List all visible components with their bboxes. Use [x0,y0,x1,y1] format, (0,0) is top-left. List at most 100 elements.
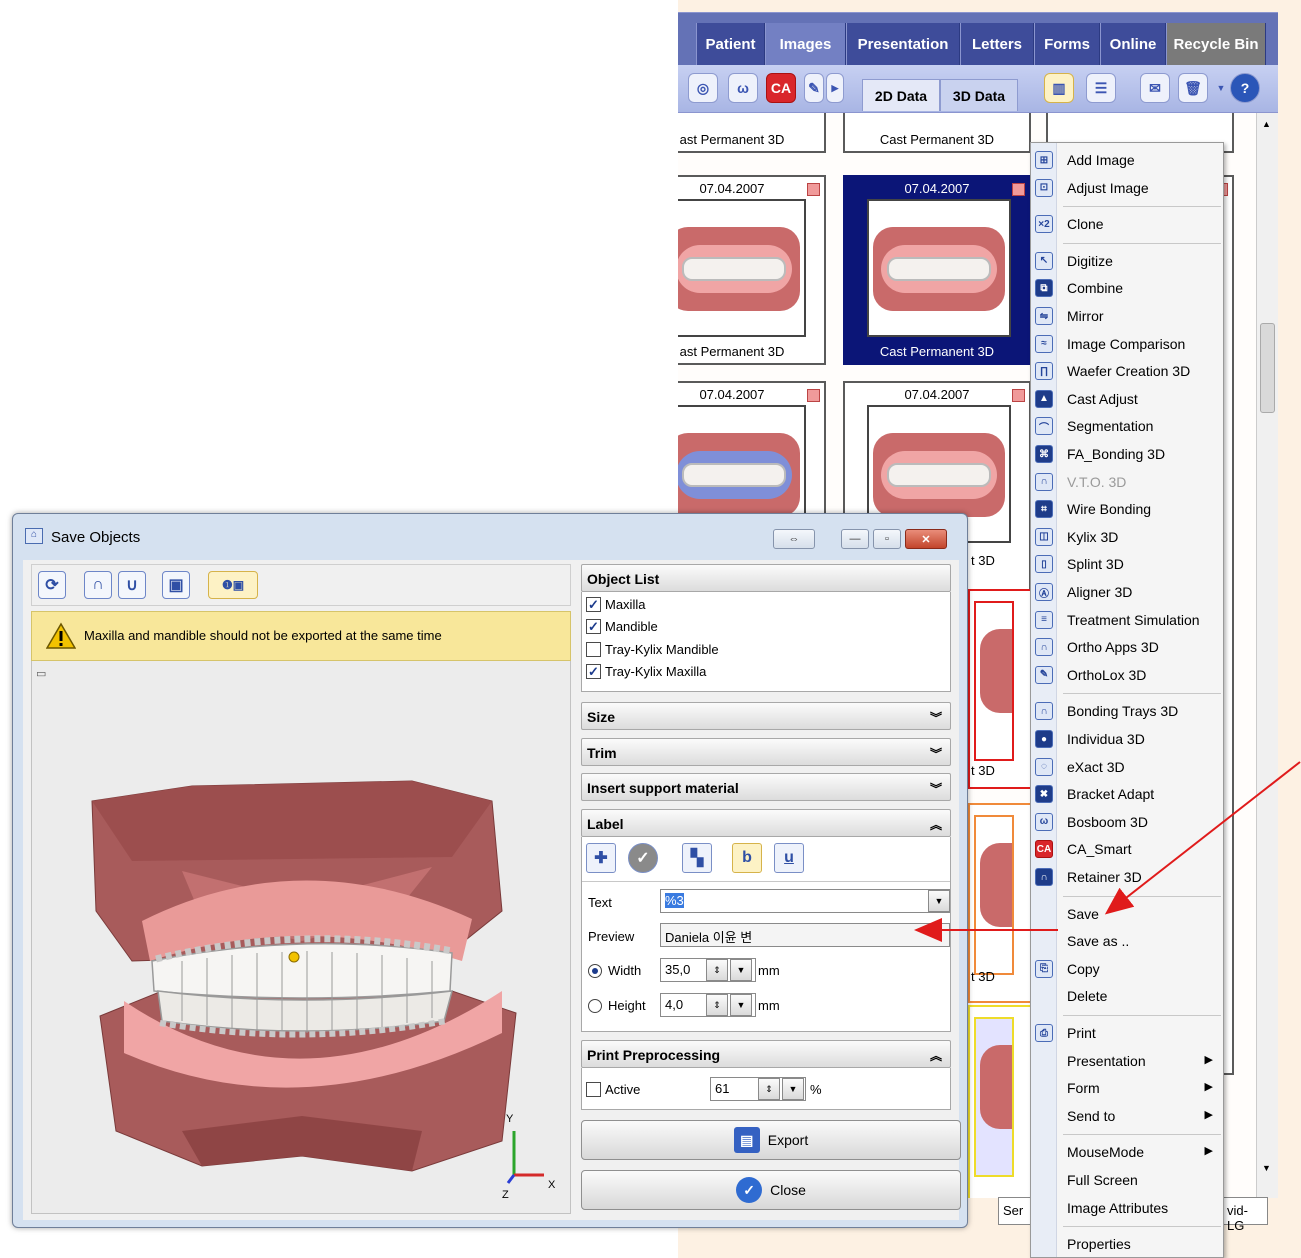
active-checkbox[interactable] [586,1081,601,1097]
menu-item-aligner-3d[interactable]: Ⓐ Aligner 3D [1031,579,1223,605]
image-card[interactable]: Cast Permanent 3D [843,113,1031,153]
checked-checkbox[interactable]: ✓ [586,619,601,634]
image-card[interactable]: ast Permanent 3D [678,113,826,153]
object-list-item[interactable]: ✓ Tray-Kylix Maxilla [586,662,706,682]
export-button[interactable]: ▤ Export [581,1120,961,1160]
menu-item-segmentation[interactable]: ⌒ Segmentation [1031,413,1223,439]
menu-item-adjust-image[interactable]: ⊡ Adjust Image [1031,175,1223,201]
object-list-item[interactable]: ✓ Mandible [586,617,658,637]
menu-item-form[interactable]: Form ▶ [1031,1075,1223,1101]
close-window-button[interactable]: ✕ [905,529,947,549]
menu-item-cast-adjust[interactable]: ▲ Cast Adjust [1031,386,1223,412]
menu-item-ortholox-3d[interactable]: ✎ OrthoLox 3D [1031,662,1223,688]
disc-icon[interactable]: ◎ [688,73,718,103]
menu-item-individua-3d[interactable]: ● Individua 3D [1031,726,1223,752]
menu-item-send-to[interactable]: Send to ▶ [1031,1103,1223,1129]
menu-item-add-image[interactable]: ⊞ Add Image [1031,147,1223,173]
text-combobox[interactable]: %3 [660,889,950,913]
menu-item-mirror[interactable]: ⇋ Mirror [1031,303,1223,329]
menu-item-retainer-3d[interactable]: ∩ Retainer 3D [1031,864,1223,890]
size-section-header[interactable]: Size ︾ [581,702,951,730]
print-spinner-icon[interactable]: ⇕ [758,1078,780,1100]
toolbar-overflow-icon[interactable]: ▶ [826,73,844,103]
tab-2d-data[interactable]: 2D Data [862,79,940,111]
menu-item-bracket-adapt[interactable]: ✖ Bracket Adapt [1031,781,1223,807]
tab-online[interactable]: Online [1100,23,1166,66]
menu-item-properties[interactable]: Properties [1031,1231,1223,1257]
menu-item-kylix-3d[interactable]: ◫ Kylix 3D [1031,524,1223,550]
object-list-item[interactable]: Tray-Kylix Mandible [586,639,719,659]
trim-section-header[interactable]: Trim ︾ [581,738,951,766]
width-radio[interactable] [588,964,602,978]
menu-item-clone[interactable]: ×2 Clone [1031,211,1223,237]
support-section-header[interactable]: Insert support material ︾ [581,773,951,801]
checked-checkbox[interactable]: ✓ [586,596,601,612]
text-dropdown-icon[interactable]: ▼ [928,890,950,912]
menu-item-splint-3d[interactable]: ▯ Splint 3D [1031,551,1223,577]
tab-letters[interactable]: Letters [960,23,1034,66]
panel-view-icon[interactable]: ▥ [1044,73,1074,103]
grid-scrollbar[interactable]: ▲ ▼ [1256,113,1278,1198]
maximize-button[interactable]: ▫ [873,529,901,549]
wave-icon[interactable]: ω [728,73,758,103]
scroll-thumb[interactable] [1260,323,1275,413]
menu-item-fa-bonding-3d[interactable]: ⌘ FA_Bonding 3D [1031,441,1223,467]
mandible-arch-icon[interactable]: ∪ [118,571,146,599]
edit-icon[interactable]: ✉ [1140,73,1170,103]
print-section-header[interactable]: Print Preprocessing ︽ [581,1040,951,1068]
tab-recycle-bin[interactable]: Recycle Bin [1166,23,1266,66]
object-list-item[interactable]: ✓ Maxilla [586,594,645,614]
image-card[interactable] [968,589,1038,789]
view-single-icon[interactable]: ❶▣ [208,571,258,599]
3d-cube-icon[interactable]: ▣ [162,571,190,599]
tab-forms[interactable]: Forms [1034,23,1100,66]
menu-item-print[interactable]: ⎙ Print [1031,1020,1223,1046]
scroll-down-icon[interactable]: ▼ [1262,1163,1271,1173]
menu-item-waefer-creation-3d[interactable]: ∏ Waefer Creation 3D [1031,358,1223,384]
unchecked-checkbox[interactable] [586,641,601,657]
list-view-icon[interactable]: ☰ [1086,73,1116,103]
menu-item-delete[interactable]: Delete [1031,983,1223,1009]
pick-position-icon[interactable]: ✚ [586,843,616,873]
help-icon[interactable]: ? [1230,73,1260,103]
width-dropdown-icon[interactable]: ▼ [730,959,752,981]
trash-icon[interactable]: 🗑 [1178,73,1208,103]
tab-presentation[interactable]: Presentation [846,23,960,66]
height-radio[interactable] [588,999,602,1013]
menu-item-bonding-trays-3d[interactable]: ∩ Bonding Trays 3D [1031,698,1223,724]
image-card[interactable]: 07.04.2007 ast Permanent 3D [678,175,826,365]
ca-icon[interactable]: CA [766,73,796,103]
image-card-selected[interactable]: 07.04.2007 Cast Permanent 3D [843,175,1031,365]
pen-icon[interactable]: ✎ [804,73,824,103]
tab-patient[interactable]: Patient [696,23,765,66]
tab-images[interactable]: Images [765,23,846,66]
menu-item-exact-3d[interactable]: ◌ eXact 3D [1031,754,1223,780]
close-button[interactable]: ✓ Close [581,1170,961,1210]
dialog-title-bar[interactable]: ⌂ Save Objects ⇔ — ▫ ✕ [13,514,967,560]
menu-item-digitize[interactable]: ↖ Digitize [1031,248,1223,274]
menu-item-v-t-o-3d[interactable]: ∩ V.T.O. 3D [1031,469,1223,495]
bold-icon[interactable]: b [732,843,762,873]
underline-icon[interactable]: u [774,843,804,873]
menu-item-ca-smart[interactable]: CA CA_Smart [1031,836,1223,862]
restore-size-button[interactable]: ⇔ [773,529,815,549]
menu-item-ortho-apps-3d[interactable]: ∩ Ortho Apps 3D [1031,634,1223,660]
rotate-icon[interactable]: ⟳ [38,571,66,599]
active-checkbox-row[interactable]: Active [586,1079,640,1099]
tab-3d-data[interactable]: 3D Data [940,79,1018,111]
width-spinner-icon[interactable]: ⇕ [706,959,728,981]
menu-item-wire-bonding[interactable]: ⌗ Wire Bonding [1031,496,1223,522]
menu-item-presentation[interactable]: Presentation ▶ [1031,1048,1223,1074]
scroll-up-icon[interactable]: ▲ [1262,119,1271,129]
menu-item-copy[interactable]: ⎘ Copy [1031,956,1223,982]
confirm-icon[interactable]: ✓ [628,843,658,873]
label-section-header[interactable]: Label ︽ [581,809,951,837]
trash-dropdown-icon[interactable]: ▼ [1214,73,1228,103]
menu-item-image-attributes[interactable]: Image Attributes [1031,1195,1223,1221]
menu-item-combine[interactable]: ⧉ Combine [1031,275,1223,301]
checked-checkbox[interactable]: ✓ [586,664,601,679]
menu-item-save-as[interactable]: Save as .. [1031,928,1223,954]
print-dropdown-icon[interactable]: ▼ [782,1078,804,1100]
maxilla-arch-icon[interactable]: ∩ [84,571,112,599]
emboss-icon[interactable]: ▚ [682,843,712,873]
